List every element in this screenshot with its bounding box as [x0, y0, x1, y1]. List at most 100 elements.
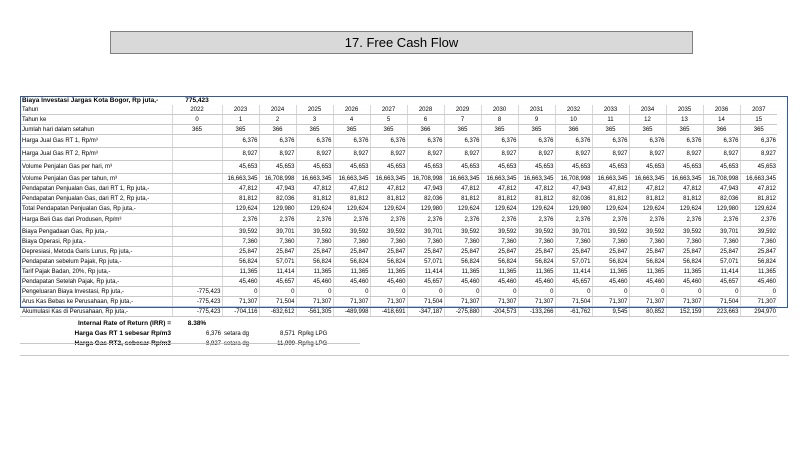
table-cell: 45,460 — [332, 276, 370, 287]
table-cell: 45,653 — [702, 160, 740, 174]
row-label: Tahun — [20, 105, 172, 115]
table-cell: 82,036 — [406, 193, 444, 204]
table-cell: 71,307 — [295, 296, 333, 307]
table-cell: 129,624 — [221, 203, 259, 214]
table-cell: 71,504 — [406, 296, 444, 307]
table-cell: 11,414 — [258, 266, 296, 277]
table-cell: 39,592 — [369, 226, 407, 237]
table-cell: 129,980 — [406, 203, 444, 214]
table-cell: 45,657 — [258, 276, 296, 287]
table-cell: 81,812 — [332, 193, 370, 204]
table-cell: 365 — [443, 124, 481, 135]
row-label: Akumulasi Kas di Perusahaan, Rp juta,- — [20, 306, 172, 317]
table-cell: 47,943 — [554, 183, 592, 194]
table-cell: 7,360 — [739, 236, 777, 247]
table-cell — [171, 203, 222, 214]
table-row: Akumulasi Kas di Perusahaan, Rp juta,- -7… — [20, 306, 777, 317]
table-cell: 129,980 — [554, 203, 592, 214]
table-cell — [171, 193, 222, 204]
table-cell: 15 — [739, 114, 777, 125]
table-cell: 2024 — [258, 105, 296, 115]
table-cell: 8,927 — [628, 147, 666, 161]
table-cell: 71,307 — [628, 296, 666, 307]
table-cell: 7,360 — [665, 236, 703, 247]
table-cell: 39,592 — [739, 226, 777, 237]
table-cell: 365 — [171, 124, 222, 135]
table-cell: 25,847 — [702, 246, 740, 257]
table-cell: 129,980 — [702, 203, 740, 214]
table-cell: 81,812 — [295, 193, 333, 204]
table-cell: 16,663,345 — [221, 173, 259, 184]
row-label: Pendapatan Setelah Pajak, Rp juta,- — [20, 276, 172, 287]
table-cell: 45,657 — [554, 276, 592, 287]
table-cell: 0 — [369, 286, 407, 297]
table-cell: 0 — [665, 286, 703, 297]
table-cell: 7,360 — [480, 236, 518, 247]
table-cell: 2022 — [171, 105, 222, 115]
table-cell: 365 — [369, 124, 407, 135]
table-cell: 16,708,998 — [258, 173, 296, 184]
table-cell: 6,376 — [628, 134, 666, 148]
table-cell: 45,460 — [517, 276, 555, 287]
table-row: Pendapatan Penjualan Gas, dari RT 2, Rp … — [20, 193, 777, 204]
table-cell: 39,592 — [443, 226, 481, 237]
table-cell: 39,592 — [591, 226, 629, 237]
table-cell: 6,376 — [406, 134, 444, 148]
rt1-label: Harga Gas RT 1 sebesar Rp/m3 — [74, 330, 171, 337]
investment-row: Biaya Investasi Jargas Kota Bogor, Rp ju… — [20, 96, 777, 105]
table-cell: 25,847 — [665, 246, 703, 257]
table-cell: 6,376 — [591, 134, 629, 148]
table-cell: 7,360 — [258, 236, 296, 247]
table-cell: 8,927 — [406, 147, 444, 161]
table-cell: 365 — [591, 124, 629, 135]
table-cell: 2,376 — [443, 213, 481, 227]
rt2-value: 8,927 — [205, 341, 221, 347]
table-cell — [171, 236, 222, 247]
table-cell: 71,307 — [332, 296, 370, 307]
table-cell: 16,708,998 — [554, 173, 592, 184]
table-cell: 25,847 — [739, 246, 777, 257]
table-cell: -561,305 — [295, 306, 333, 317]
table-cell: 56,824 — [739, 256, 777, 267]
row-label: Pengeluaran Biaya Investasi, Rp juta,- — [20, 286, 172, 297]
table-cell: 81,812 — [369, 193, 407, 204]
table-cell: 71,307 — [517, 296, 555, 307]
table-cell: 6,376 — [332, 134, 370, 148]
table-cell: 45,653 — [665, 160, 703, 174]
table-cell: 2023 — [221, 105, 259, 115]
table-cell: 0 — [171, 114, 222, 125]
table-cell: 2,376 — [406, 213, 444, 227]
table-cell: -61,762 — [554, 306, 592, 317]
table-cell — [171, 147, 222, 161]
table-cell: 11,365 — [628, 266, 666, 277]
table-cell: 47,812 — [369, 183, 407, 194]
table-cell: 7,360 — [591, 236, 629, 247]
table-row: Biaya Operasi, Rp juta,- 7,360 7,360 7,360 7… — [20, 236, 777, 247]
table-cell: 365 — [665, 124, 703, 135]
row-label: Harga Beli Gas dari Produsen, Rp/m³ — [20, 213, 172, 227]
table-cell: 25,847 — [221, 246, 259, 257]
table-cell: -275,880 — [443, 306, 481, 317]
table-cell: 25,847 — [628, 246, 666, 257]
table-cell: 45,653 — [443, 160, 481, 174]
slide-title-text: 17. Free Cash Flow — [344, 35, 459, 50]
table-cell: 25,847 — [517, 246, 555, 257]
table-cell: 9,545 — [591, 306, 629, 317]
table-cell: 8,927 — [739, 147, 777, 161]
table-cell: 16,708,998 — [702, 173, 740, 184]
table-cell: 45,653 — [517, 160, 555, 174]
table-cell: 2 — [258, 114, 296, 125]
rt1-equivalent: setara dg — [224, 331, 250, 337]
table-cell: 6,376 — [517, 134, 555, 148]
table-row: Arus Kas Bebas ke Perusahaan, Rp juta,- -… — [20, 296, 777, 307]
table-cell: 25,847 — [480, 246, 518, 257]
irr-row: Internal Rate of Return (IRR) = 8.38% — [20, 319, 356, 329]
table-cell: 10 — [554, 114, 592, 125]
table-cell: 57,071 — [258, 256, 296, 267]
table-cell: 56,824 — [628, 256, 666, 267]
rt1-lpg-value: 8,571 — [279, 331, 295, 337]
table-cell: 39,701 — [702, 226, 740, 237]
table-cell: 71,504 — [258, 296, 296, 307]
table-cell: 0 — [591, 286, 629, 297]
table-cell: 39,592 — [221, 226, 259, 237]
